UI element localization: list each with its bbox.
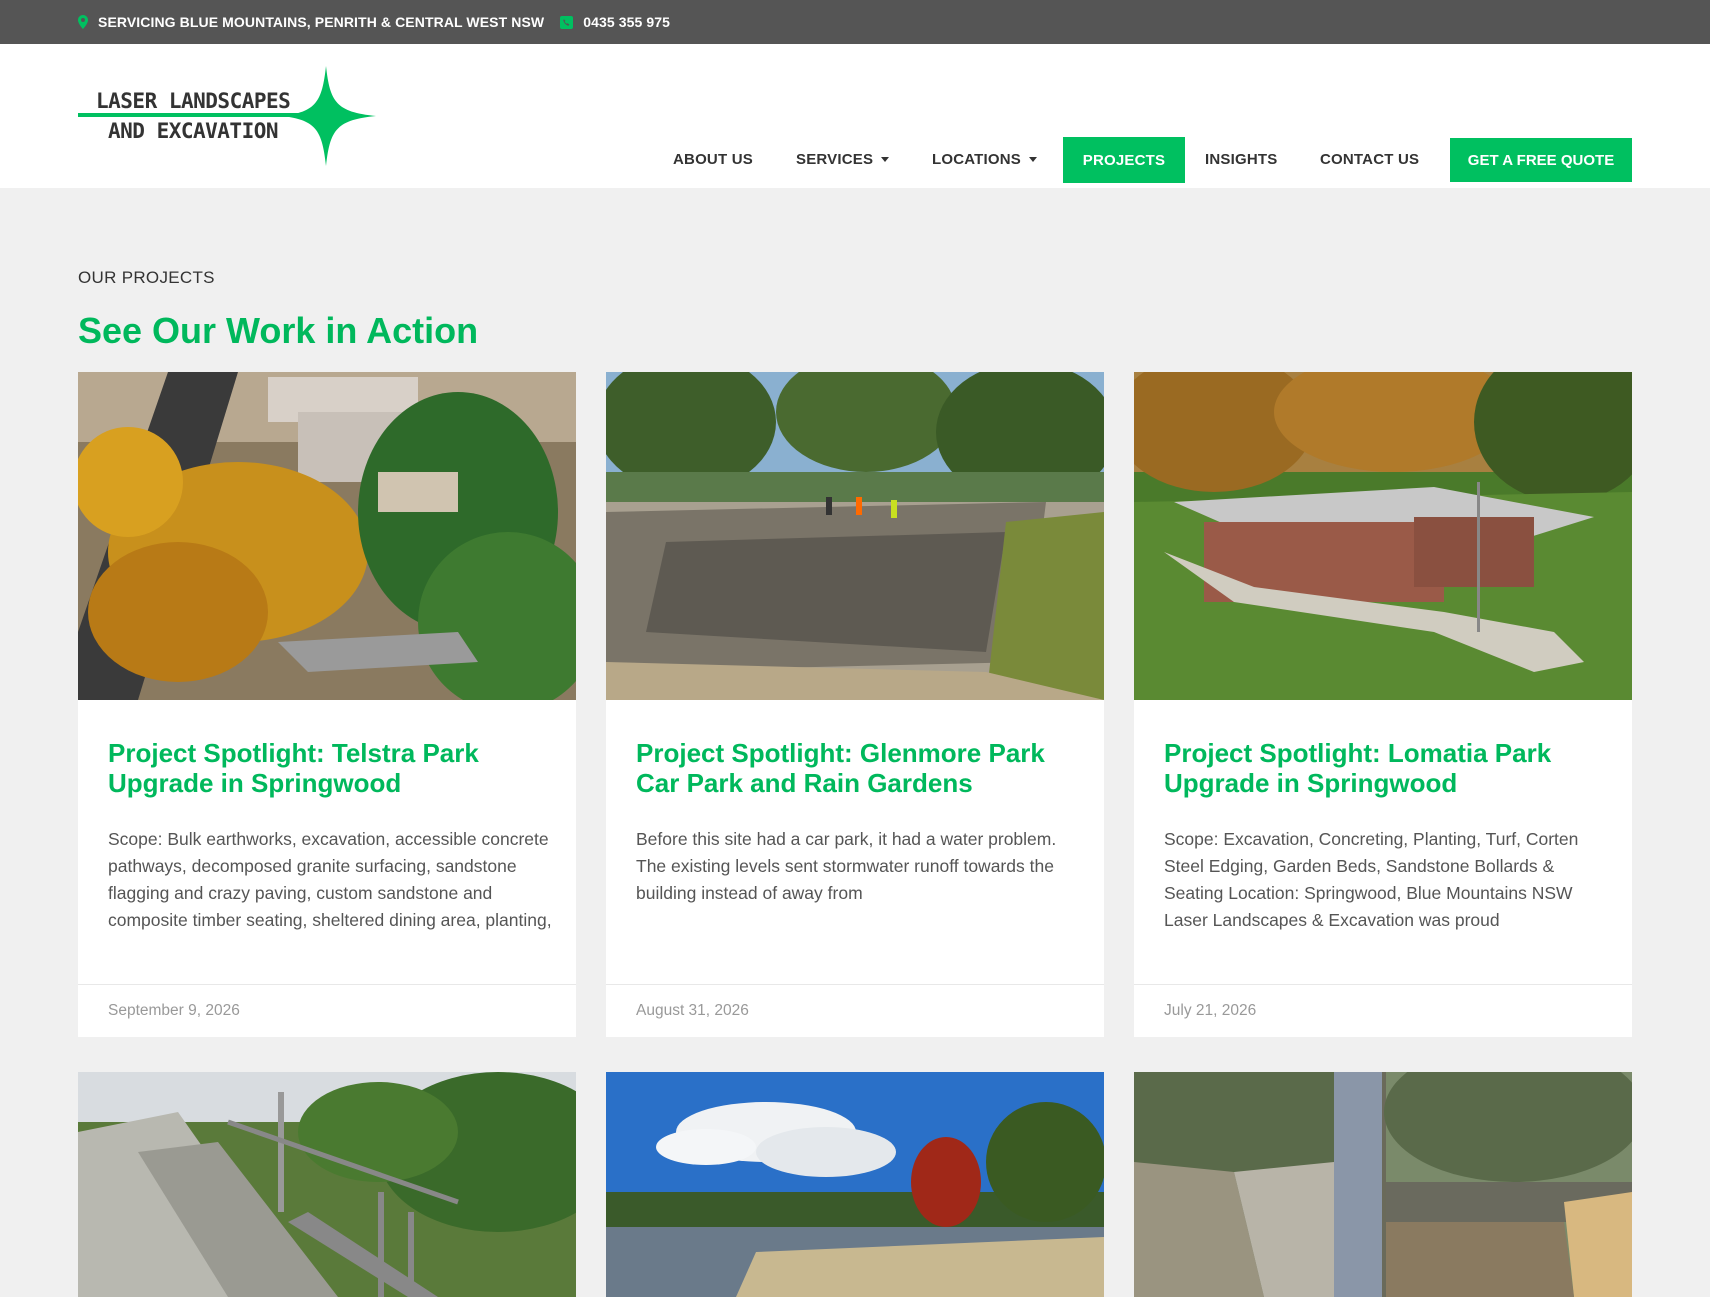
map-pin-icon [78, 15, 88, 29]
card-divider [78, 984, 576, 985]
project-date: August 31, 2026 [636, 1002, 749, 1019]
nav-insights[interactable]: INSIGHTS [1205, 136, 1277, 182]
nav-contact-us[interactable]: CONTACT US [1320, 136, 1419, 182]
logo-star-icon [78, 66, 376, 166]
section-headline: See Our Work in Action [78, 310, 479, 351]
project-excerpt: Scope: Bulk earthworks, excavation, acce… [108, 829, 552, 930]
project-image-lomatia-park[interactable] [1134, 372, 1632, 700]
project-date: September 9, 2026 [108, 1002, 240, 1019]
project-title[interactable]: Project Spotlight: Telstra Park Upgrade … [108, 738, 558, 798]
project-card[interactable]: Project Spotlight: Glenmore Park Car Par… [606, 372, 1104, 1037]
phone-number: 0435 355 975 [583, 14, 671, 30]
nav-services[interactable]: SERVICES [796, 136, 890, 182]
project-card[interactable] [606, 1072, 1104, 1297]
project-image-retaining-wall[interactable] [1134, 1072, 1632, 1297]
card-divider [606, 984, 1104, 985]
site-logo[interactable]: LASER LANDSCAPES AND EXCAVATION [78, 64, 378, 169]
get-free-quote-button[interactable]: GET A FREE QUOTE [1450, 138, 1632, 182]
quote-button-label: GET A FREE QUOTE [1467, 151, 1615, 169]
logo-line-1: LASER LANDSCAPES [96, 89, 291, 113]
nav-locations[interactable]: LOCATIONS [932, 136, 1038, 182]
project-date: July 21, 2026 [1164, 1002, 1257, 1019]
nav-about-us[interactable]: ABOUT US [673, 136, 753, 182]
nav-insights-label: INSIGHTS [1205, 150, 1278, 168]
project-title[interactable]: Project Spotlight: Lomatia Park Upgrade … [1164, 738, 1614, 798]
project-image-telstra-park[interactable] [78, 372, 576, 700]
project-excerpt: Before this site had a car park, it had … [636, 829, 1057, 903]
chevron-down-icon [1029, 156, 1038, 162]
service-area-text: SERVICING BLUE MOUNTAINS, PENRITH & CENT… [98, 14, 545, 30]
service-area: SERVICING BLUE MOUNTAINS, PENRITH & CENT… [78, 14, 544, 30]
project-card[interactable] [1134, 1072, 1632, 1297]
project-card[interactable]: Project Spotlight: Telstra Park Upgrade … [78, 372, 576, 1037]
project-title[interactable]: Project Spotlight: Glenmore Park Car Par… [636, 738, 1086, 798]
section-eyebrow: OUR PROJECTS [78, 268, 215, 287]
nav-contact-label: CONTACT US [1320, 150, 1420, 168]
phone-link[interactable]: 0435 355 975 [560, 14, 670, 30]
project-image-glenmore-park[interactable] [606, 372, 1104, 700]
chevron-down-icon [881, 156, 890, 162]
nav-services-label: SERVICES [796, 150, 874, 168]
project-image-waterway[interactable] [606, 1072, 1104, 1297]
site-header: LASER LANDSCAPES AND EXCAVATION ABOUT US… [0, 44, 1710, 188]
project-image-stairs[interactable] [78, 1072, 576, 1297]
card-divider [1134, 984, 1632, 985]
nav-about-label: ABOUT US [673, 150, 753, 168]
project-card[interactable]: Project Spotlight: Lomatia Park Upgrade … [1134, 372, 1632, 1037]
project-excerpt: Scope: Excavation, Concreting, Planting,… [1164, 829, 1579, 930]
logo-line-2: AND EXCAVATION [108, 119, 279, 143]
nav-projects[interactable]: PROJECTS [1063, 137, 1185, 183]
phone-icon [560, 15, 574, 29]
project-card[interactable] [78, 1072, 576, 1297]
nav-projects-label: PROJECTS [1082, 151, 1166, 169]
nav-locations-label: LOCATIONS [932, 150, 1022, 168]
top-info-bar: SERVICING BLUE MOUNTAINS, PENRITH & CENT… [0, 0, 1710, 44]
